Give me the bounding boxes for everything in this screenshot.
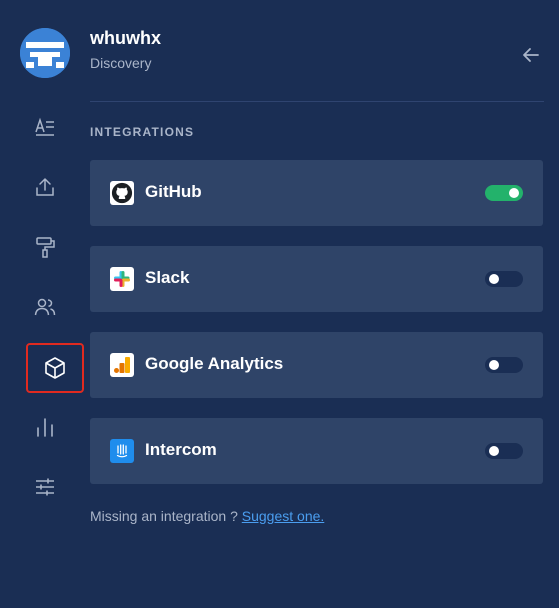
integration-label-slack: Slack <box>145 268 190 287</box>
github-icon <box>110 181 134 205</box>
missing-integration-label: Missing an integration ? <box>90 508 242 524</box>
suggest-integration-link[interactable]: Suggest one. <box>242 508 325 524</box>
integration-label-github: GitHub <box>145 182 202 201</box>
header-divider <box>90 101 544 102</box>
arrow-left-icon <box>523 48 539 62</box>
sidebar-item-analytics[interactable] <box>27 409 63 445</box>
integration-label-intercom: Intercom <box>145 440 217 459</box>
toggle-knob <box>509 188 519 198</box>
avatar[interactable] <box>20 28 70 78</box>
integration-card-slack: Slack <box>90 246 543 312</box>
sliders-icon <box>36 478 54 496</box>
text-align-icon <box>35 117 54 136</box>
space-subtitle: Discovery <box>90 55 152 71</box>
toggle-knob <box>489 360 499 370</box>
back-button[interactable] <box>518 42 544 68</box>
upload-icon <box>36 178 54 196</box>
sidebar-item-document-settings[interactable] <box>27 109 63 145</box>
paint-roller-icon <box>36 237 55 258</box>
bar-chart-icon <box>37 418 53 437</box>
users-icon <box>34 298 56 316</box>
sidebar-item-integrations[interactable] <box>26 343 84 393</box>
toggle-knob <box>489 274 499 284</box>
sidebar-item-members[interactable] <box>27 289 63 325</box>
username: whuwhx <box>90 28 161 48</box>
slack-icon <box>110 267 134 291</box>
intercom-toggle[interactable] <box>485 443 523 459</box>
sidebar-item-advanced[interactable] <box>27 469 63 505</box>
integration-card-github: GitHub <box>90 160 543 226</box>
slack-toggle[interactable] <box>485 271 523 287</box>
integration-card-intercom: Intercom <box>90 418 543 484</box>
google-analytics-icon <box>110 353 134 377</box>
integration-card-google-analytics: Google Analytics <box>90 332 543 398</box>
avatar-icon <box>20 28 70 78</box>
github-toggle[interactable] <box>485 185 523 201</box>
integrations-heading: INTEGRATIONS <box>90 125 195 139</box>
sidebar-item-share[interactable] <box>27 169 63 205</box>
toggle-knob <box>489 446 499 456</box>
missing-integration-text: Missing an integration ? Suggest one. <box>90 508 324 524</box>
intercom-icon <box>110 439 134 463</box>
google-analytics-toggle[interactable] <box>485 357 523 373</box>
integration-label-google-analytics: Google Analytics <box>145 354 284 373</box>
cube-icon <box>45 357 65 379</box>
sidebar-item-theme[interactable] <box>27 229 63 265</box>
